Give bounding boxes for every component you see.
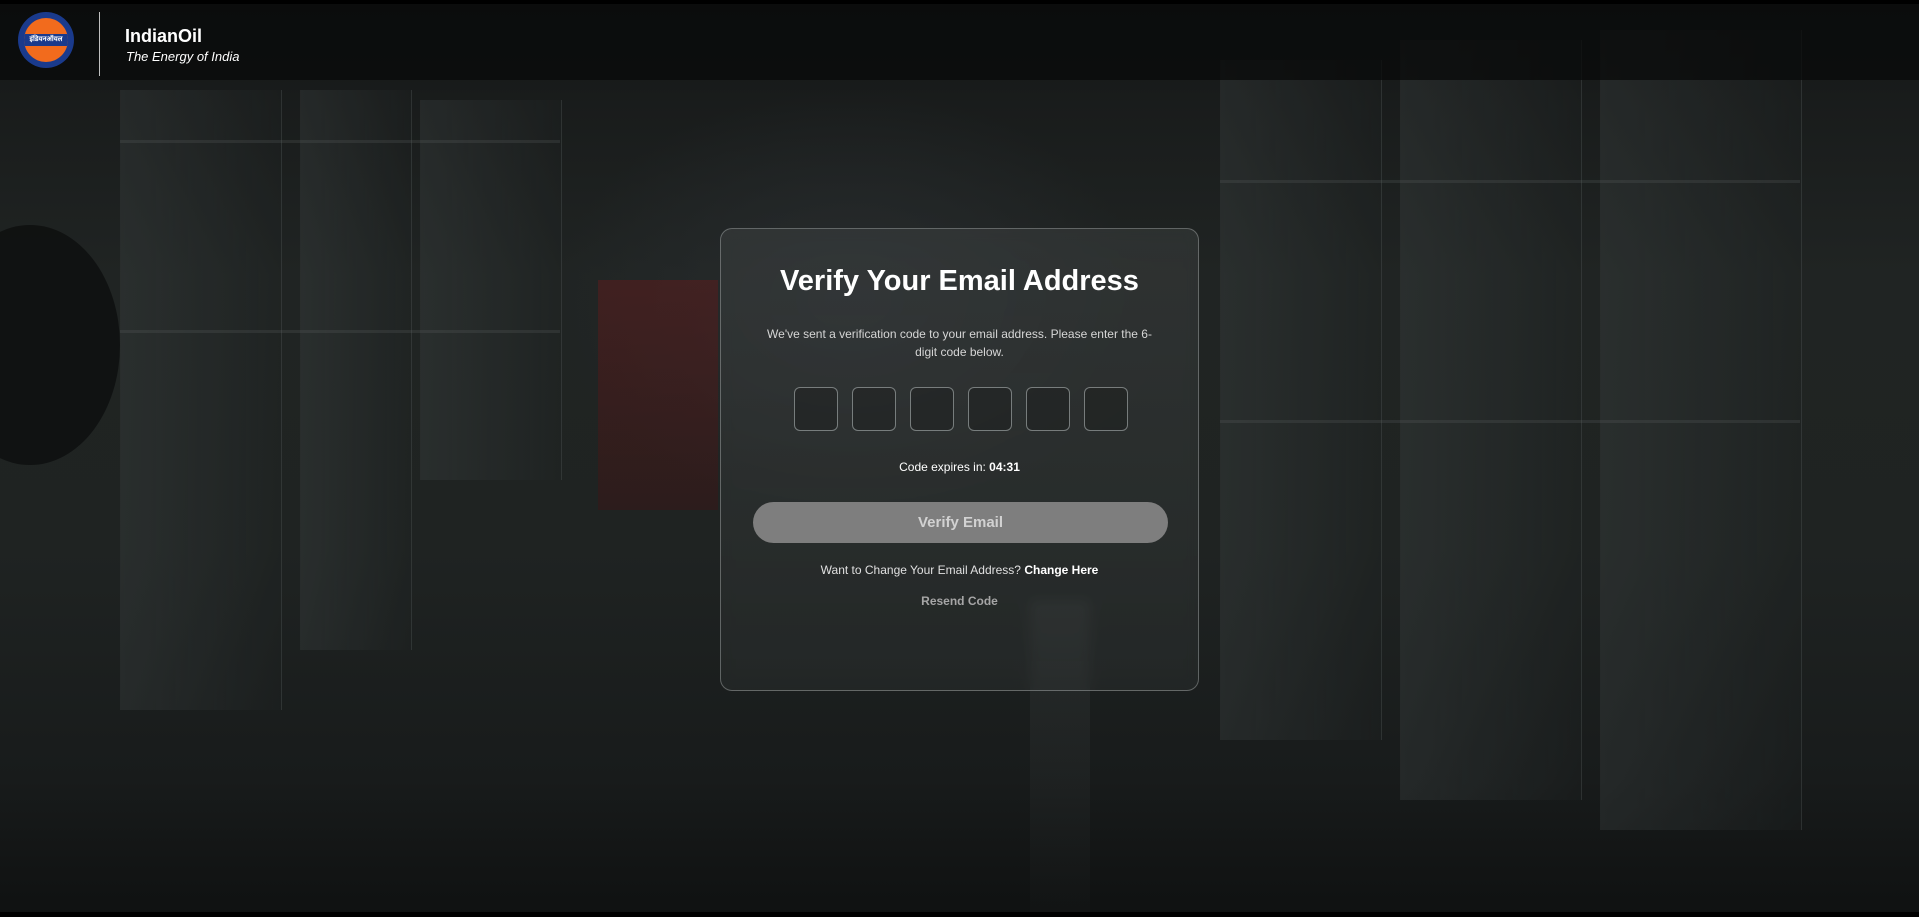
indianoil-logo-icon: इंडियनऑयल bbox=[20, 14, 72, 66]
header-divider bbox=[99, 12, 100, 76]
code-expiry: Code expires in: 04:31 bbox=[721, 460, 1198, 474]
background-forklift bbox=[598, 280, 718, 510]
background-shelf-left-1 bbox=[120, 90, 282, 710]
background-reel bbox=[0, 225, 120, 465]
background-shelf-left-2 bbox=[300, 90, 412, 650]
otp-digit-6[interactable] bbox=[1084, 387, 1128, 431]
background-shelf-right-1 bbox=[1220, 60, 1382, 740]
background-beam bbox=[1220, 180, 1800, 183]
change-email-prompt: Want to Change Your Email Address? bbox=[820, 563, 1021, 577]
otp-digit-1[interactable] bbox=[794, 387, 838, 431]
resend-code-link[interactable]: Resend Code bbox=[721, 594, 1198, 608]
card-description: We've sent a verification code to your e… bbox=[767, 327, 1152, 359]
background-shelf-right-3 bbox=[1600, 30, 1802, 830]
background-beam bbox=[120, 330, 560, 333]
otp-digit-2[interactable] bbox=[852, 387, 896, 431]
expiry-timer: 04:31 bbox=[989, 460, 1020, 474]
brand-tagline: The Energy of India bbox=[126, 49, 240, 64]
otp-digit-5[interactable] bbox=[1026, 387, 1070, 431]
change-email-line: Want to Change Your Email Address? Chang… bbox=[721, 563, 1198, 577]
logo-text: इंडियनऑयल bbox=[29, 36, 63, 43]
top-header: इंडियनऑयल IndianOil The Energy of India bbox=[0, 0, 1919, 80]
brand-name: IndianOil bbox=[125, 26, 203, 46]
verify-email-card: Verify Your Email Address We've sent a v… bbox=[720, 228, 1199, 691]
verify-email-button[interactable]: Verify Email bbox=[753, 502, 1168, 543]
expiry-label: Code expires in: bbox=[899, 460, 986, 474]
logo-orange-disc: इंडियनऑयल bbox=[24, 18, 68, 62]
bottom-edge bbox=[0, 912, 1919, 917]
change-email-link[interactable]: Change Here bbox=[1024, 563, 1098, 577]
background-beam bbox=[120, 140, 560, 143]
otp-digit-4[interactable] bbox=[968, 387, 1012, 431]
card-title: Verify Your Email Address bbox=[780, 265, 1139, 297]
background-beam bbox=[1220, 420, 1800, 423]
otp-input-group bbox=[794, 387, 1129, 433]
background-shelf-left-3 bbox=[420, 100, 562, 480]
verification-page: इंडियनऑयल IndianOil The Energy of India … bbox=[0, 0, 1919, 917]
otp-digit-3[interactable] bbox=[910, 387, 954, 431]
